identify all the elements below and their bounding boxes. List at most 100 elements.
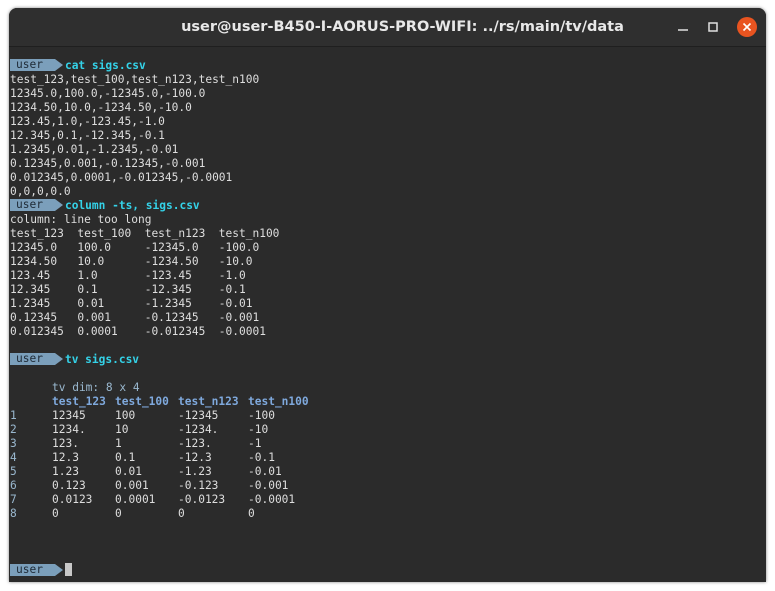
output-line: test_123,test_100,test_n123,test_n100 bbox=[10, 73, 260, 86]
csv-output: test_123,test_100,test_n123,test_n100 123… bbox=[10, 73, 766, 199]
output-line: 12345.0 100.0 -12345.0 -100.0 bbox=[10, 241, 260, 254]
minimize-icon bbox=[678, 29, 688, 31]
output-line: 12345.0,100.0,-12345.0,-100.0 bbox=[10, 87, 206, 100]
row-index: 7 bbox=[10, 493, 17, 506]
close-button[interactable] bbox=[737, 17, 757, 37]
table-cell: 12.3 bbox=[52, 451, 79, 464]
table-cell: 10 bbox=[115, 423, 129, 436]
table-cell: 0 bbox=[248, 507, 255, 520]
prompt-line: user tv sigs.csv bbox=[10, 353, 766, 367]
table-cell: -12.3 bbox=[178, 451, 212, 464]
close-icon bbox=[742, 22, 752, 32]
table-cell: -0.01 bbox=[248, 465, 282, 478]
column-header: test_n100 bbox=[248, 395, 309, 408]
table-row: 3 123. 1 -123. -1 bbox=[10, 437, 766, 451]
table-row: 6 0.123 0.001 -0.123 -0.001 bbox=[10, 479, 766, 493]
table-cell: -1.23 bbox=[178, 465, 212, 478]
table-row: 2 1234. 10 -1234. -10 bbox=[10, 423, 766, 437]
minimize-button[interactable] bbox=[673, 17, 693, 37]
table-cell: 1 bbox=[115, 437, 122, 450]
column-header: test_100 bbox=[115, 395, 169, 408]
table-cell: 0 bbox=[115, 507, 122, 520]
table-cell: 0.123 bbox=[52, 479, 86, 492]
table-cell: -1 bbox=[248, 437, 262, 450]
table-row: 1 12345 100 -12345 -100 bbox=[10, 409, 766, 423]
row-index: 8 bbox=[10, 507, 17, 520]
table-cell: 0 bbox=[178, 507, 185, 520]
table-cell: -0.0123 bbox=[178, 493, 226, 506]
table-cell: -0.001 bbox=[248, 479, 289, 492]
column-header: test_n123 bbox=[178, 395, 239, 408]
table-cell: 0.1 bbox=[115, 451, 136, 464]
output-line: 1234.50,10.0,-1234.50,-10.0 bbox=[10, 101, 192, 114]
table-cell: -0.123 bbox=[178, 479, 219, 492]
prompt-badge: user bbox=[10, 564, 63, 576]
maximize-icon bbox=[708, 22, 718, 32]
table-cell: -1234. bbox=[178, 423, 219, 436]
prompt-badge: user bbox=[10, 59, 63, 71]
table-cell: 1234. bbox=[52, 423, 86, 436]
command-text: tv sigs.csv bbox=[64, 353, 140, 366]
table-cell: -10 bbox=[248, 423, 269, 436]
prompt-line: user bbox=[10, 563, 766, 577]
maximize-button[interactable] bbox=[703, 17, 723, 37]
column-header: test_123 bbox=[52, 395, 106, 408]
output-line: 123.45 1.0 -123.45 -1.0 bbox=[10, 269, 246, 282]
row-index: 5 bbox=[10, 465, 17, 478]
prompt-badge: user bbox=[10, 199, 63, 211]
output-line: 0.012345 0.0001 -0.012345 -0.0001 bbox=[10, 325, 266, 338]
command-text: column -ts, sigs.csv bbox=[64, 199, 200, 212]
output-line: 0.12345 0.001 -0.12345 -0.001 bbox=[10, 311, 260, 324]
table-row: 8 0 0 0 0 bbox=[10, 507, 766, 521]
table-cell: 0 bbox=[52, 507, 59, 520]
title-bar[interactable]: user@user-B450-I-AORUS-PRO-WIFI: ../rs/m… bbox=[9, 8, 766, 47]
prompt-line: user column -ts, sigs.csv bbox=[10, 199, 766, 213]
table-cell: -100 bbox=[248, 409, 275, 422]
text-cursor[interactable] bbox=[64, 563, 72, 576]
column-output: test_123 test_100 test_n123 test_n100 123… bbox=[10, 227, 766, 339]
table-row: 7 0.0123 0.0001 -0.0123 -0.0001 bbox=[10, 493, 766, 507]
terminal-output[interactable]: user cat sigs.csv test_123,test_100,test_… bbox=[9, 47, 766, 582]
output-line: 12.345,0.1,-12.345,-0.1 bbox=[10, 129, 165, 142]
row-index: 3 bbox=[10, 437, 17, 450]
output-line: 123.45,1.0,-123.45,-1.0 bbox=[10, 115, 165, 128]
table-row: 4 12.3 0.1 -12.3 -0.1 bbox=[10, 451, 766, 465]
table-cell: 12345 bbox=[52, 409, 86, 422]
window-title: user@user-B450-I-AORUS-PRO-WIFI: ../rs/m… bbox=[181, 19, 624, 35]
output-line: 0,0,0,0.0 bbox=[10, 185, 71, 198]
table-cell: 100 bbox=[115, 409, 136, 422]
table-cell: -0.1 bbox=[248, 451, 275, 464]
tv-table: test_123 test_100 test_n123 test_n100 1 12345… bbox=[10, 395, 766, 521]
output-line: test_123 test_100 test_n123 test_n100 bbox=[10, 227, 280, 240]
table-cell: 0.01 bbox=[115, 465, 142, 478]
output-line: 0.012345,0.0001,-0.012345,-0.0001 bbox=[10, 171, 233, 184]
terminal-window: user@user-B450-I-AORUS-PRO-WIFI: ../rs/m… bbox=[9, 8, 766, 582]
row-index: 6 bbox=[10, 479, 17, 492]
row-index: 4 bbox=[10, 451, 17, 464]
output-line: 12.345 0.1 -12.345 -0.1 bbox=[10, 283, 246, 296]
error-line: column: line too long bbox=[10, 213, 152, 226]
table-cell: -123. bbox=[178, 437, 212, 450]
output-line: 1.2345 0.01 -1.2345 -0.01 bbox=[10, 297, 253, 310]
table-cell: -0.0001 bbox=[248, 493, 296, 506]
tv-dim-label: tv dim: 8 x 4 bbox=[52, 381, 140, 394]
table-cell: 0.001 bbox=[115, 479, 149, 492]
prompt-badge: user bbox=[10, 353, 63, 365]
command-text: cat sigs.csv bbox=[64, 59, 146, 72]
table-cell: 1.23 bbox=[52, 465, 79, 478]
prompt-line: user cat sigs.csv bbox=[10, 59, 766, 73]
output-line: 0.12345,0.001,-0.12345,-0.001 bbox=[10, 157, 206, 170]
table-cell: 0.0123 bbox=[52, 493, 93, 506]
table-header-row: test_123 test_100 test_n123 test_n100 bbox=[10, 395, 766, 409]
output-line: 1234.50 10.0 -1234.50 -10.0 bbox=[10, 255, 253, 268]
table-cell: 0.0001 bbox=[115, 493, 156, 506]
table-cell: -12345 bbox=[178, 409, 219, 422]
output-line: 1.2345,0.01,-1.2345,-0.01 bbox=[10, 143, 179, 156]
row-index: 1 bbox=[10, 409, 17, 422]
row-index: 2 bbox=[10, 423, 17, 436]
